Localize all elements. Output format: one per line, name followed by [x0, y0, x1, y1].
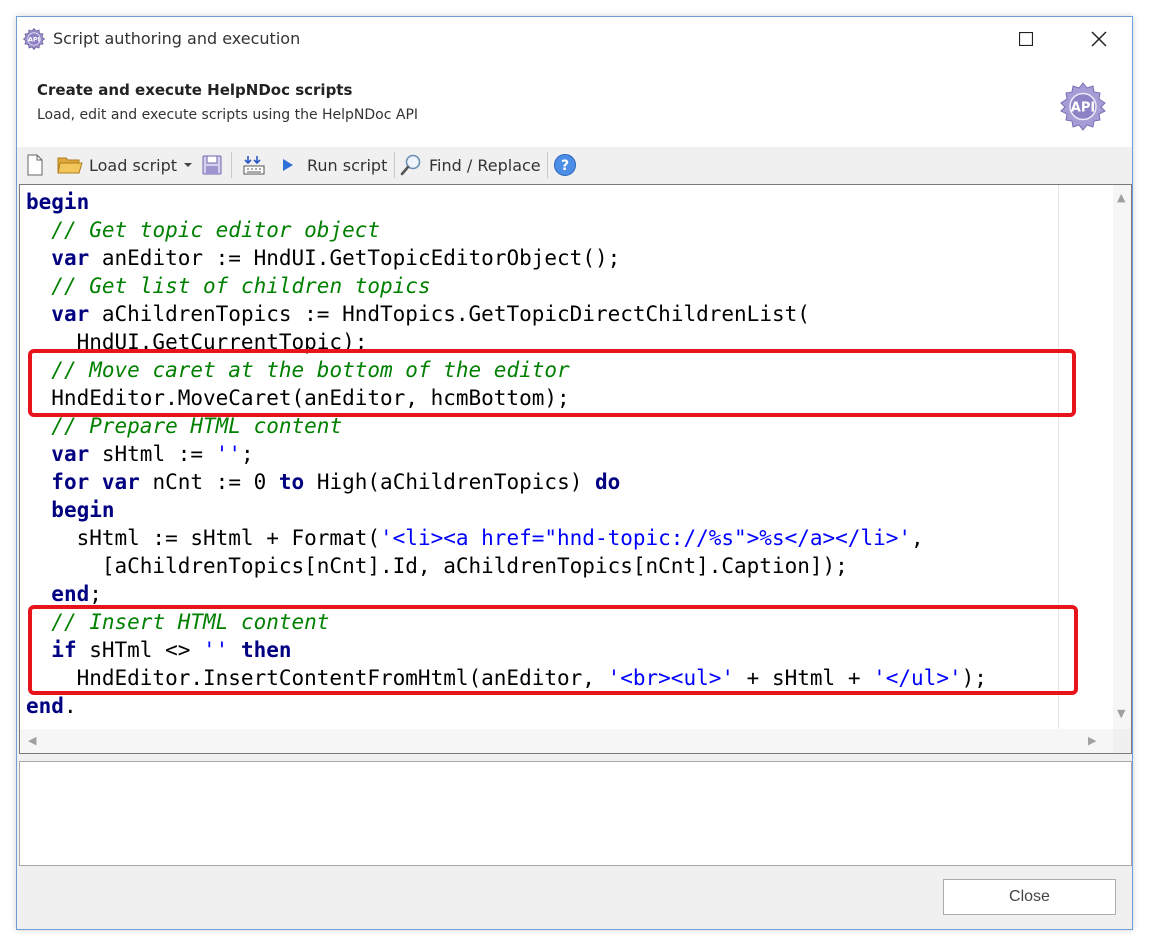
api-gear-icon: API: [22, 27, 46, 51]
svg-text:API: API: [28, 36, 40, 44]
code-token: sHtml :=: [89, 442, 216, 466]
maximize-icon: [1019, 32, 1033, 46]
code-token: sHtml := sHtml + Format(: [26, 526, 381, 550]
scroll-down-icon[interactable]: ▼: [1117, 707, 1125, 720]
code-line[interactable]: var sHtml := '';: [26, 442, 254, 466]
highlight-box-insert-html: [28, 605, 1078, 695]
code-line[interactable]: sHtml := sHtml + Format('<li><a href="hn…: [26, 526, 924, 550]
code-token: aChildrenTopics := HndTopics.GetTopicDir…: [89, 302, 810, 326]
code-line[interactable]: for var nCnt := 0 to High(aChildrenTopic…: [26, 470, 620, 494]
find-replace-button[interactable]: Find / Replace: [399, 152, 541, 178]
code-token: end: [51, 582, 90, 606]
title-bar[interactable]: API Script authoring and execution: [17, 17, 1132, 61]
code-token: ;: [240, 442, 254, 466]
scroll-corner: [1113, 729, 1131, 753]
save-icon: [202, 155, 222, 175]
code-token: [aChildrenTopics[nCnt].Id, aChildrenTopi…: [26, 554, 848, 578]
toolbar-separator: [231, 152, 232, 178]
code-token: end: [26, 694, 64, 718]
code-line[interactable]: // Get list of children topics: [26, 274, 431, 298]
logo-text: API: [1071, 101, 1095, 116]
header-subtitle: Load, edit and execute scripts using the…: [37, 107, 419, 123]
code-token: anEditor := HndUI.GetTopicEditorObject()…: [89, 246, 621, 270]
code-token: to: [278, 470, 305, 494]
code-line[interactable]: begin: [26, 498, 115, 522]
scroll-up-icon[interactable]: ▲: [1117, 191, 1125, 204]
load-script-label: Load script: [89, 155, 178, 175]
toolbar-separator: [547, 152, 548, 178]
close-icon: [1091, 31, 1107, 47]
new-file-icon: [27, 154, 43, 176]
horizontal-scrollbar[interactable]: ◀ ▶: [20, 729, 1113, 753]
maximize-button[interactable]: [1003, 17, 1049, 61]
scroll-right-icon[interactable]: ▶: [1088, 734, 1096, 747]
code-line[interactable]: end;: [26, 582, 102, 606]
code-token: ;: [89, 582, 102, 606]
code-token: // Prepare HTML content: [51, 414, 343, 438]
code-token: High(aChildrenTopics): [304, 470, 595, 494]
load-script-button[interactable]: Load script: [57, 152, 193, 178]
code-token: var: [51, 302, 90, 326]
close-button[interactable]: Close: [943, 879, 1116, 915]
code-token: do: [595, 470, 621, 494]
api-logo-icon: API: [1060, 82, 1106, 131]
code-line[interactable]: var aChildrenTopics := HndTopics.GetTopi…: [26, 302, 810, 326]
toolbar: Load script Run script Find / Replace ?: [17, 147, 1132, 183]
code-token: var: [51, 442, 90, 466]
dialog-header: Create and execute HelpNDoc scripts Load…: [17, 61, 1132, 147]
run-icon: [283, 159, 293, 171]
window-title: Script authoring and execution: [53, 29, 301, 48]
find-replace-label: Find / Replace: [429, 155, 541, 175]
run-script-label: Run script: [307, 155, 388, 175]
code-token: ,: [911, 526, 924, 550]
scroll-left-icon[interactable]: ◀: [28, 734, 36, 747]
code-token: for: [51, 470, 90, 494]
script-editor[interactable]: begin // Get topic editor object var anE…: [19, 184, 1132, 754]
compile-script-button[interactable]: [242, 152, 266, 178]
close-window-button[interactable]: [1076, 17, 1122, 61]
code-token: .: [63, 694, 77, 718]
code-token: // Get topic editor object: [51, 218, 381, 242]
new-script-button[interactable]: [25, 152, 45, 178]
help-icon: ?: [554, 154, 576, 176]
toolbar-separator: [394, 152, 395, 178]
dropdown-arrow-icon[interactable]: [183, 161, 193, 169]
code-line[interactable]: begin: [26, 190, 89, 214]
svg-text:?: ?: [561, 158, 569, 174]
code-token: '<li><a href="hnd-topic://%s">%s</a></li…: [380, 526, 912, 550]
code-token: begin: [51, 498, 115, 522]
help-button[interactable]: ?: [553, 152, 577, 178]
code-line[interactable]: end.: [26, 694, 77, 718]
script-dialog: API Script authoring and execution Creat…: [16, 16, 1133, 930]
code-token: var: [101, 470, 140, 494]
highlight-box-move-caret: [28, 349, 1076, 417]
code-token: nCnt := 0: [139, 470, 279, 494]
code-line[interactable]: var anEditor := HndUI.GetTopicEditorObje…: [26, 246, 620, 270]
code-line[interactable]: // Prepare HTML content: [26, 414, 342, 438]
code-token: '': [215, 442, 241, 466]
output-panel[interactable]: [19, 761, 1132, 866]
search-icon: [400, 154, 421, 176]
code-line[interactable]: [aChildrenTopics[nCnt].Id, aChildrenTopi…: [26, 554, 848, 578]
code-token: var: [51, 246, 90, 270]
code-token: // Get list of children topics: [51, 274, 431, 298]
vertical-scrollbar[interactable]: ▲ ▼: [1113, 185, 1131, 729]
compile-icon: [243, 156, 265, 175]
code-line[interactable]: // Get topic editor object: [26, 218, 380, 242]
run-script-button[interactable]: Run script: [281, 152, 387, 178]
folder-open-icon: [57, 157, 83, 174]
save-script-button[interactable]: [201, 152, 223, 178]
code-token: begin: [26, 190, 90, 214]
header-title: Create and execute HelpNDoc scripts: [37, 81, 353, 99]
